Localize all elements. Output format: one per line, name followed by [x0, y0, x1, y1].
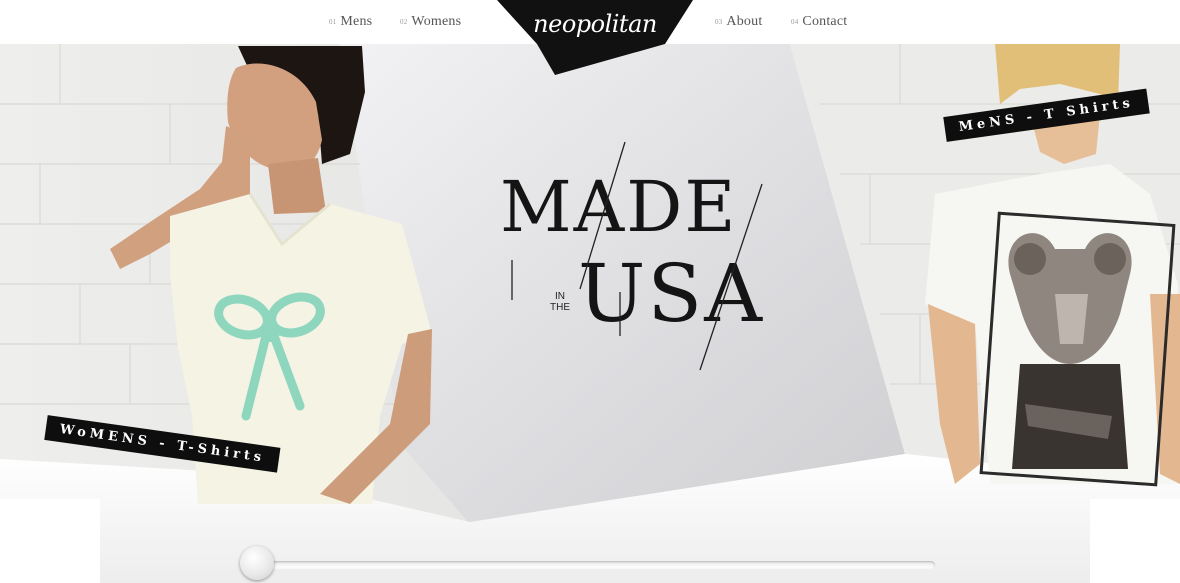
logo-text: neopolitan [533, 10, 657, 38]
nav-label: Womens [411, 14, 462, 29]
nav-number: 04 [791, 17, 799, 26]
hero-headline-in-the: IN THE [550, 291, 570, 313]
nav-label: Contact [802, 14, 848, 29]
hero-headline-usa: USA [578, 247, 764, 340]
nav-link-womens[interactable]: 02 Womens [400, 14, 461, 30]
hero-headline-the: THE [550, 302, 570, 313]
hero-headline-made: MADE [500, 166, 738, 248]
site-logo[interactable]: neopolitan [497, 0, 693, 75]
nav-link-about[interactable]: 03 About [715, 14, 762, 30]
hero-banner: MADE IN THE USA WoMENS - T-Shirts MeNS -… [0, 44, 1180, 583]
nav-link-contact[interactable]: 04 Contact [791, 14, 847, 30]
nav-number: 01 [329, 17, 337, 26]
hero-headline-in: IN [555, 291, 565, 302]
nav-link-mens[interactable]: 01 Mens [329, 14, 372, 30]
nav-label: Mens [340, 14, 373, 29]
nav-label: About [726, 14, 763, 29]
carousel-slider-track[interactable] [247, 561, 935, 569]
carousel-slider-handle[interactable] [240, 546, 274, 580]
nav-number: 03 [715, 17, 723, 26]
nav-number: 02 [400, 17, 408, 26]
